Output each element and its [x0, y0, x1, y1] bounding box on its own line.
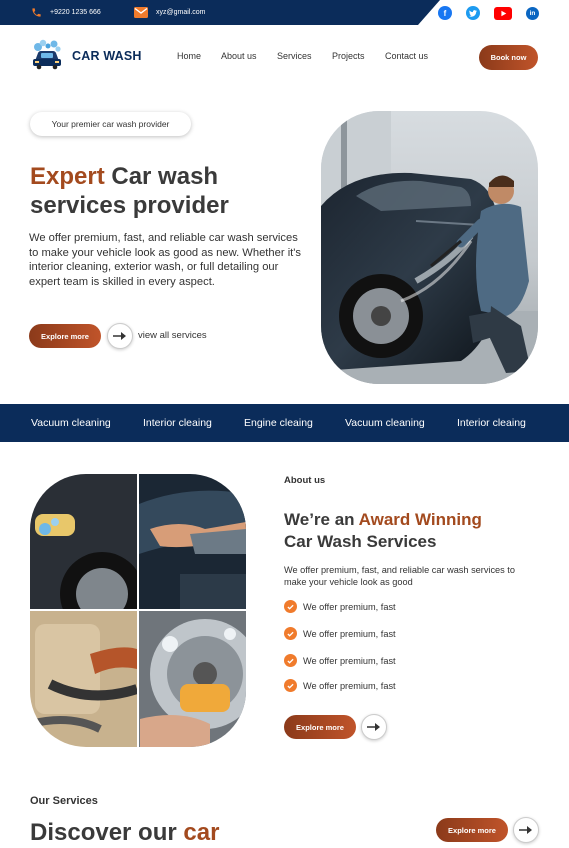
hero-car-wash-photo [321, 111, 538, 384]
car-wash-logo-icon[interactable] [30, 37, 64, 71]
phone-number: +9220 1235 666 [50, 8, 101, 16]
nav-contact[interactable]: Contact us [385, 51, 445, 61]
services-arrow-button[interactable] [513, 817, 539, 843]
view-all-services-link[interactable]: view all services [138, 330, 207, 341]
contact-bar: +9220 1235 666 xyz@gmail.com f in [0, 0, 569, 25]
facebook-icon[interactable]: f [438, 6, 452, 20]
band-item[interactable]: Interior cleaing [457, 417, 526, 429]
hero-description: We offer premium, fast, and reliable car… [29, 232, 302, 289]
feature-text: We offer premium, fast [303, 601, 396, 612]
hero-arrow-button[interactable] [107, 323, 133, 349]
check-icon [284, 600, 297, 613]
phone-contact[interactable]: +9220 1235 666 [30, 6, 101, 18]
nav-about[interactable]: About us [221, 51, 277, 61]
band-item[interactable]: Interior cleaing [143, 417, 212, 429]
our-services-title: Discover our car [30, 819, 219, 847]
hero-title-accent: Expert [30, 163, 105, 190]
band-item[interactable]: Vacuum cleaning [345, 417, 425, 429]
services-band: Vacuum cleaning Interior cleaing Engine … [0, 404, 569, 442]
book-now-button[interactable]: Book now [479, 45, 538, 70]
youtube-icon[interactable] [494, 6, 512, 20]
feature-text: We offer premium, fast [303, 655, 396, 666]
nav-home[interactable]: Home [177, 51, 221, 61]
email-contact[interactable]: xyz@gmail.com [134, 6, 206, 18]
band-item[interactable]: Engine cleaing [244, 417, 313, 429]
check-icon [284, 627, 297, 640]
hero-explore-button[interactable]: Explore more [29, 324, 101, 348]
brand-name[interactable]: CAR WASH [72, 49, 142, 63]
site-header: CAR WASH Home About us Services Projects… [0, 25, 569, 89]
twitter-icon[interactable] [466, 6, 480, 20]
feature-list-item: We offer premium, fast [284, 600, 396, 613]
about-description: We offer premium, fast, and reliable car… [284, 565, 515, 587]
hero-tagline-pill: Your premier car wash provider [30, 112, 191, 136]
linkedin-icon[interactable]: in [526, 6, 539, 20]
mail-icon [134, 6, 148, 18]
feature-text: We offer premium, fast [303, 628, 396, 639]
about-section-label: About us [284, 475, 326, 486]
social-links: f in [438, 6, 539, 20]
services-explore-button[interactable]: Explore more [436, 818, 508, 842]
hero-title-line-2: services provider [30, 192, 229, 219]
band-item[interactable]: Vacuum cleaning [31, 417, 111, 429]
our-services-title-pre: Discover our [30, 819, 184, 846]
feature-list-item: We offer premium, fast [284, 654, 396, 667]
about-title-accent: Award Winning [358, 510, 482, 529]
nav-projects[interactable]: Projects [332, 51, 385, 61]
nav-services[interactable]: Services [277, 51, 332, 61]
email-address: xyz@gmail.com [156, 8, 206, 16]
about-photo-collage [30, 474, 246, 747]
feature-text: We offer premium, fast [303, 680, 396, 691]
main-nav: Home About us Services Projects Contact … [177, 51, 445, 61]
about-explore-button[interactable]: Explore more [284, 715, 356, 739]
about-title-line-2: Car Wash Services [284, 532, 437, 551]
feature-list-item: We offer premium, fast [284, 627, 396, 640]
hero-title-rest: Car wash [104, 163, 219, 190]
arrow-right-icon [519, 826, 532, 834]
about-arrow-button[interactable] [361, 714, 387, 740]
our-services-title-accent: car [183, 819, 220, 846]
about-title: We’re an Award Winning Car Wash Services [284, 509, 544, 553]
arrow-right-icon [113, 332, 126, 340]
feature-list-item: We offer premium, fast [284, 679, 396, 692]
check-icon [284, 654, 297, 667]
our-services-label: Our Services [30, 795, 98, 807]
about-title-pre: We’re an [284, 510, 359, 529]
check-icon [284, 679, 297, 692]
phone-icon [30, 6, 42, 18]
hero-title: Expert Car wash services provider [30, 162, 310, 220]
arrow-right-icon [367, 723, 380, 731]
